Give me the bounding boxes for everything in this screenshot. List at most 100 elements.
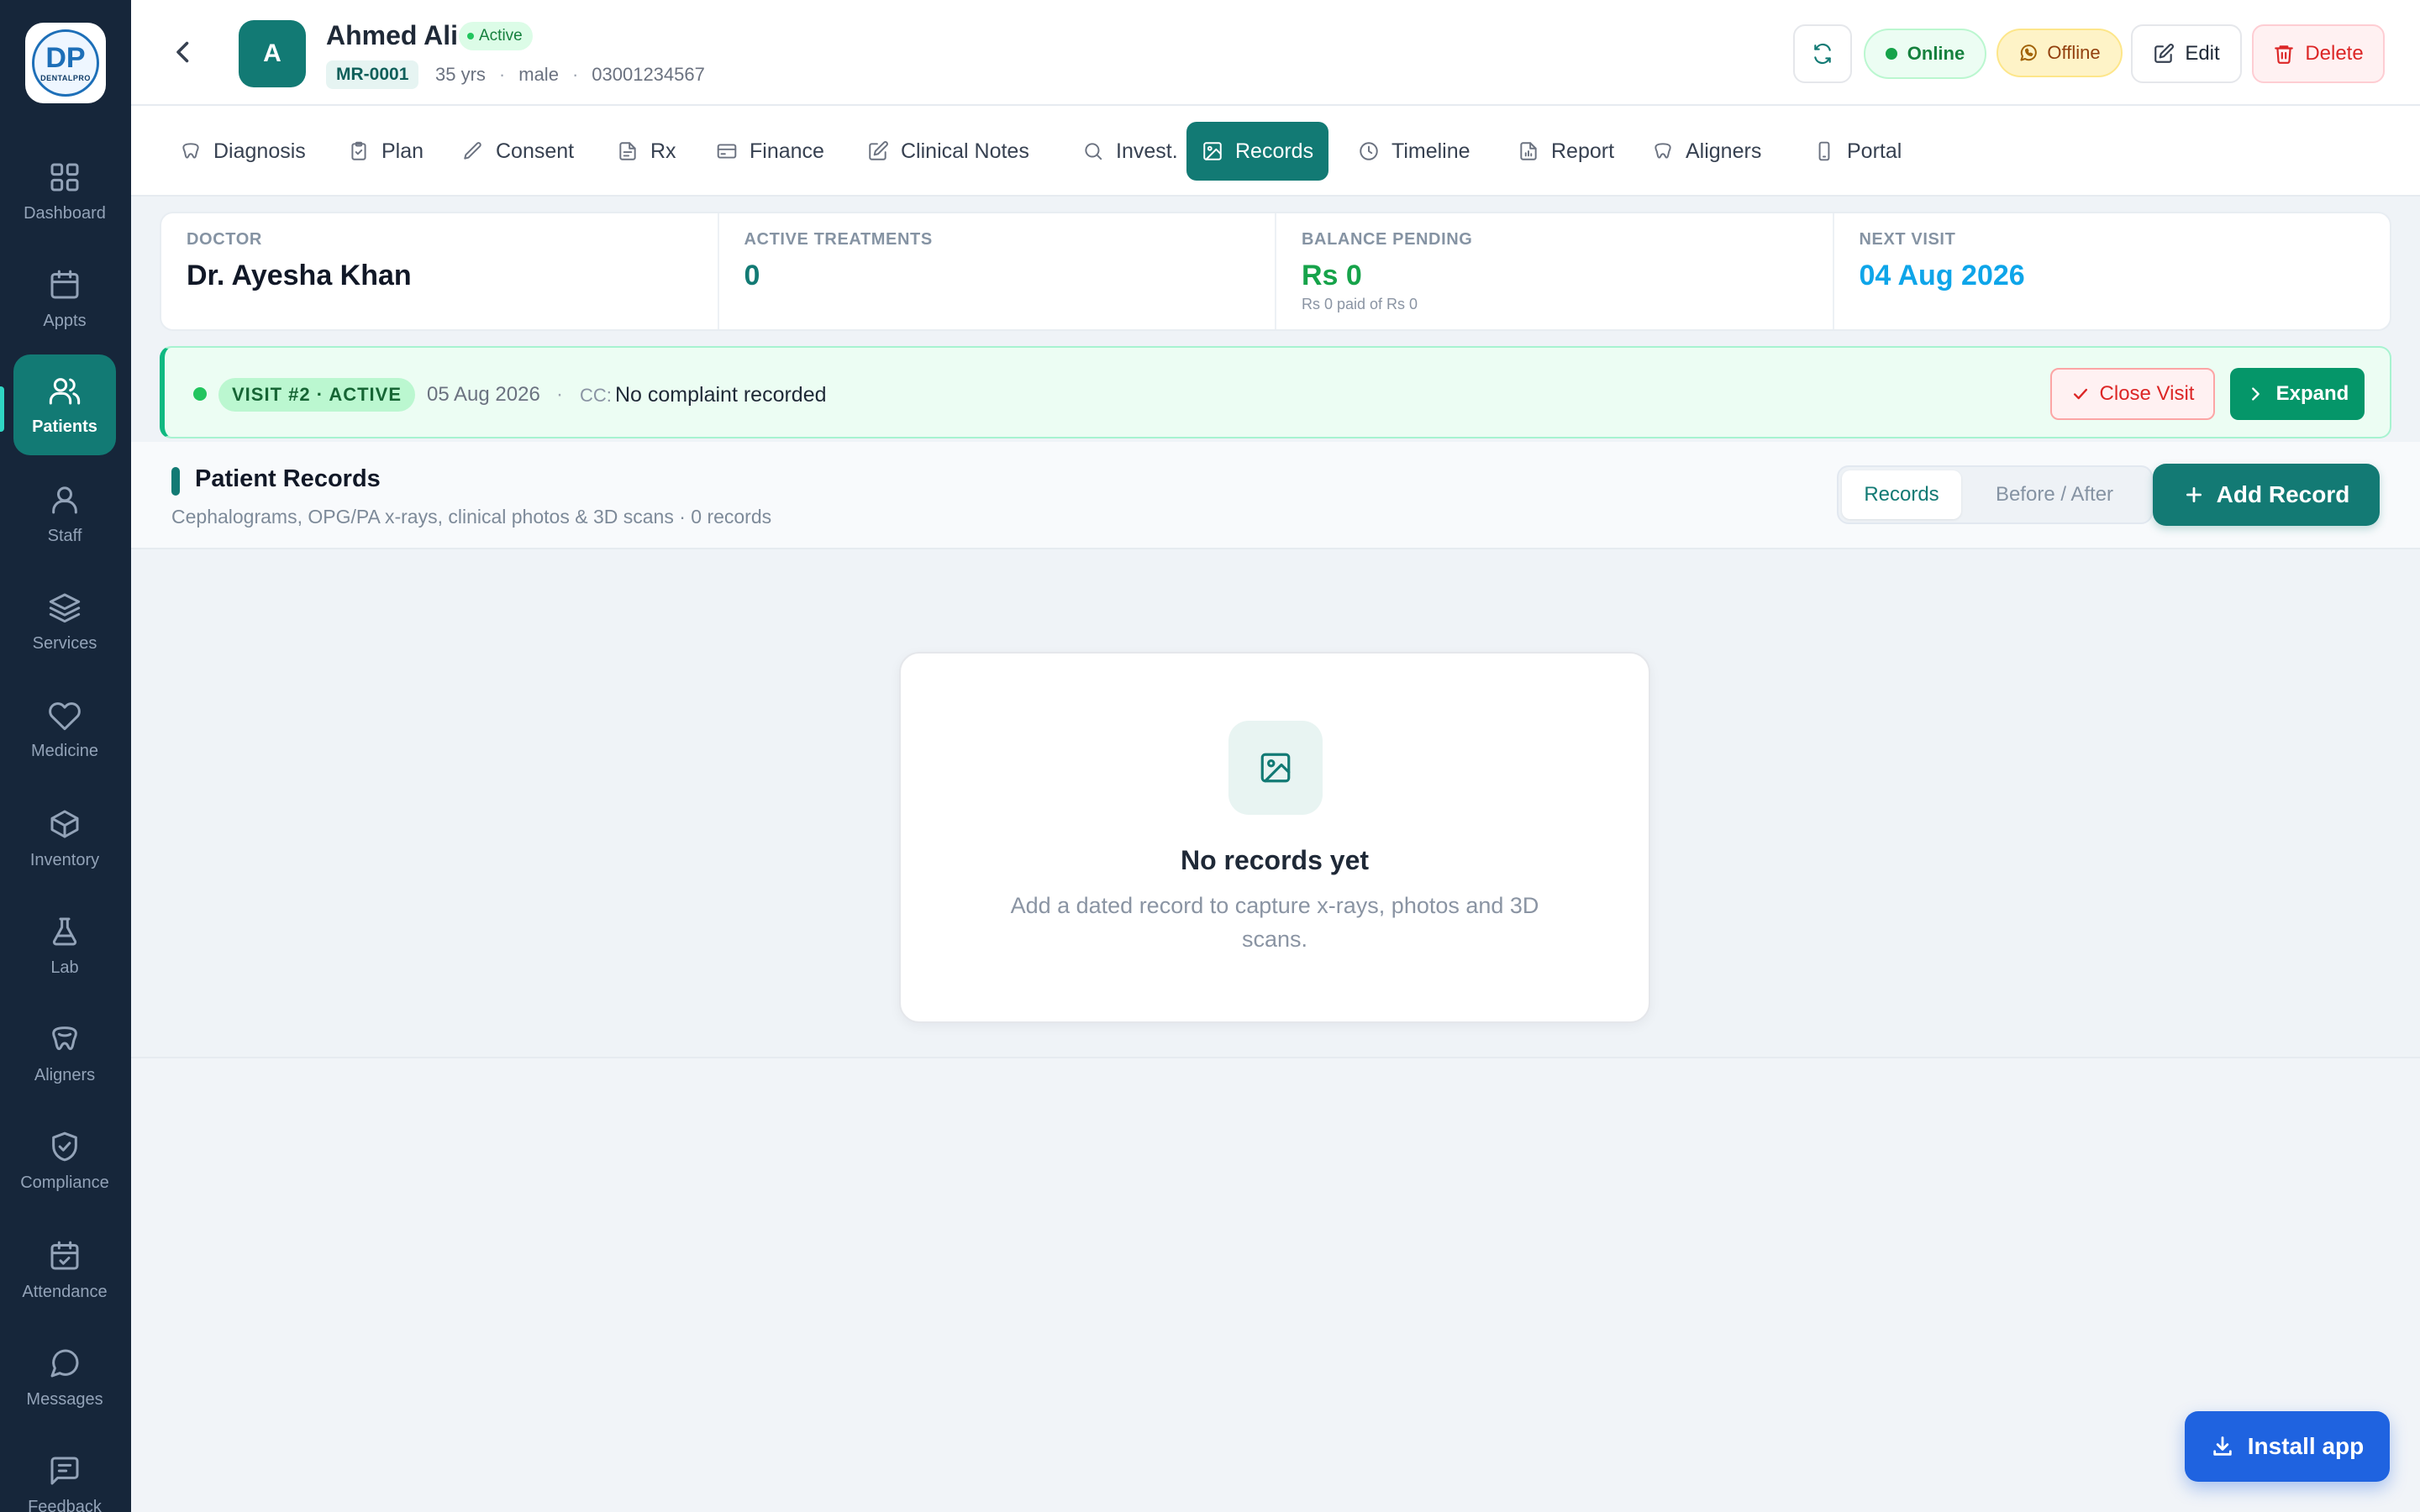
empty-state-card: No records yet Add a dated record to cap…: [899, 652, 1650, 1023]
stat-doctor: DOCTOR Dr. Ayesha Khan: [161, 213, 719, 329]
chief-complaint-value: No complaint recorded: [615, 383, 827, 407]
delete-button[interactable]: Delete: [2252, 24, 2385, 83]
sidebar-item-label: Messages: [26, 1389, 103, 1409]
tab-consent[interactable]: Consent: [447, 122, 589, 181]
tab-label: Rx: [650, 139, 676, 163]
tab-aligners[interactable]: Aligners: [1637, 122, 1776, 181]
meta-separator: ·: [571, 64, 579, 85]
users-icon: [48, 374, 82, 407]
install-app-button[interactable]: Install app: [2185, 1411, 2390, 1482]
close-visit-button[interactable]: Close Visit: [2050, 368, 2215, 420]
user-icon: [48, 483, 82, 517]
pen-icon: [462, 140, 496, 162]
sidebar-item-label: Staff: [47, 526, 82, 545]
patient-avatar: A: [239, 20, 306, 87]
sync-button[interactable]: [1793, 24, 1852, 83]
empty-state-text: Add a dated record to capture x-rays, ph…: [1010, 893, 1539, 952]
tab-label: Records: [1235, 139, 1314, 163]
sidebar-item-label: Feedback: [28, 1497, 102, 1512]
tab-label: Aligners: [1686, 139, 1762, 163]
tab-finance[interactable]: Finance: [701, 122, 839, 181]
sidebar-item-label: Patients: [32, 417, 97, 436]
tab-label: Plan: [381, 139, 424, 163]
tab-plan[interactable]: Plan: [333, 122, 439, 181]
chief-complaint-label: CC:: [580, 385, 612, 406]
sidebar-item-appts[interactable]: Appts: [13, 249, 116, 349]
tab-records[interactable]: Records: [1186, 122, 1329, 181]
sidebar-item-aligners[interactable]: Aligners: [13, 1003, 116, 1104]
online-status-button[interactable]: Online: [1864, 29, 1986, 79]
expand-visit-button[interactable]: Expand: [2230, 368, 2365, 420]
section-subtitle: Cephalograms, OPG/PA x-rays, clinical ph…: [171, 506, 772, 528]
logo-text: DENTALPRO: [40, 74, 91, 82]
edit-button[interactable]: Edit: [2131, 24, 2242, 83]
status-dot-icon: [467, 33, 474, 39]
tab-report[interactable]: Report: [1502, 122, 1629, 181]
tooth-icon: [180, 140, 213, 162]
app-logo[interactable]: DP DENTALPRO: [25, 23, 106, 103]
toggle-records[interactable]: Records: [1842, 470, 1961, 519]
add-record-button[interactable]: Add Record: [2153, 464, 2380, 526]
chevron-left-icon: [168, 37, 198, 67]
tooth-icon: [1652, 140, 1686, 162]
check-icon: [2071, 385, 2100, 403]
stat-active-treatments: ACTIVE TREATMENTS 0: [719, 213, 1276, 329]
edit-label: Edit: [2185, 42, 2220, 65]
sidebar-item-messages[interactable]: Messages: [13, 1327, 116, 1428]
sidebar-item-label: Services: [32, 633, 97, 653]
tab-label: Diagnosis: [213, 139, 306, 163]
stat-balance-pending: BALANCE PENDING Rs 0 Rs 0 paid of Rs 0: [1276, 213, 1834, 329]
sidebar-item-lab[interactable]: Lab: [13, 895, 116, 996]
tab-portal[interactable]: Portal: [1798, 122, 1917, 181]
doctor-name: Dr. Ayesha Khan: [187, 260, 412, 291]
shield-check-icon: [48, 1130, 82, 1163]
patient-header: A Ahmed Ali Active MR-0001 35 yrs · male…: [131, 0, 2420, 106]
tab-label: Invest.: [1116, 139, 1178, 163]
tab-diagnosis[interactable]: Diagnosis: [165, 122, 321, 181]
sidebar-item-staff[interactable]: Staff: [13, 464, 116, 564]
sidebar-item-patients[interactable]: Patients: [13, 354, 116, 455]
sidebar-item-label: Compliance: [20, 1173, 109, 1192]
empty-state-title: No records yet: [1180, 845, 1370, 875]
smartphone-icon: [1813, 140, 1847, 162]
toggle-before-after[interactable]: Before / After: [1961, 470, 2148, 519]
message-circle-icon: [48, 1347, 82, 1380]
clock-icon: [1358, 140, 1392, 162]
back-button[interactable]: [168, 37, 198, 67]
sidebar: DP DENTALPRO Dashboard Appts Patients St…: [0, 0, 131, 1512]
next-visit-date: 04 Aug 2026: [1859, 260, 2025, 291]
records-content: No records yet Add a dated record to cap…: [131, 549, 2420, 1058]
calendar-icon: [48, 268, 82, 302]
tab-clinical-notes[interactable]: Clinical Notes: [852, 122, 1044, 181]
section-title: Patient Records: [195, 465, 381, 492]
sidebar-item-attendance[interactable]: Attendance: [13, 1220, 116, 1320]
sidebar-item-dashboard[interactable]: Dashboard: [13, 141, 116, 242]
online-dot-icon: [1885, 48, 1897, 60]
close-visit-label: Close Visit: [2099, 382, 2195, 405]
image-icon: [1228, 721, 1323, 815]
status-badge: Active: [459, 22, 533, 50]
sidebar-item-inventory[interactable]: Inventory: [13, 788, 116, 889]
delete-label: Delete: [2305, 42, 2364, 65]
heart-icon: [48, 698, 82, 732]
sidebar-item-services[interactable]: Services: [13, 571, 116, 672]
image-icon: [1202, 140, 1235, 162]
message-square-icon: [48, 1454, 82, 1488]
visit-separator: ·: [556, 383, 563, 406]
sidebar-item-feedback[interactable]: Feedback: [13, 1435, 116, 1512]
meta-separator: ·: [498, 64, 506, 85]
sidebar-item-label: Inventory: [29, 850, 100, 869]
whatsapp-offline-button[interactable]: Offline: [1996, 29, 2123, 77]
balance-amount: Rs 0: [1302, 260, 1362, 291]
expand-label: Expand: [2275, 382, 2349, 405]
tab-timeline[interactable]: Timeline: [1343, 122, 1486, 181]
tab-rx[interactable]: Rx: [602, 122, 692, 181]
file-icon: [617, 140, 650, 162]
sidebar-item-compliance[interactable]: Compliance: [13, 1110, 116, 1211]
grid-icon: [48, 160, 82, 194]
sidebar-item-medicine[interactable]: Medicine: [13, 679, 116, 780]
logo-badge: DP DENTALPRO: [32, 29, 99, 97]
tab-label: Timeline: [1392, 139, 1470, 163]
tab-investigations[interactable]: Invest.: [1067, 122, 1193, 181]
balance-subtext: Rs 0 paid of Rs 0: [1302, 296, 1418, 312]
